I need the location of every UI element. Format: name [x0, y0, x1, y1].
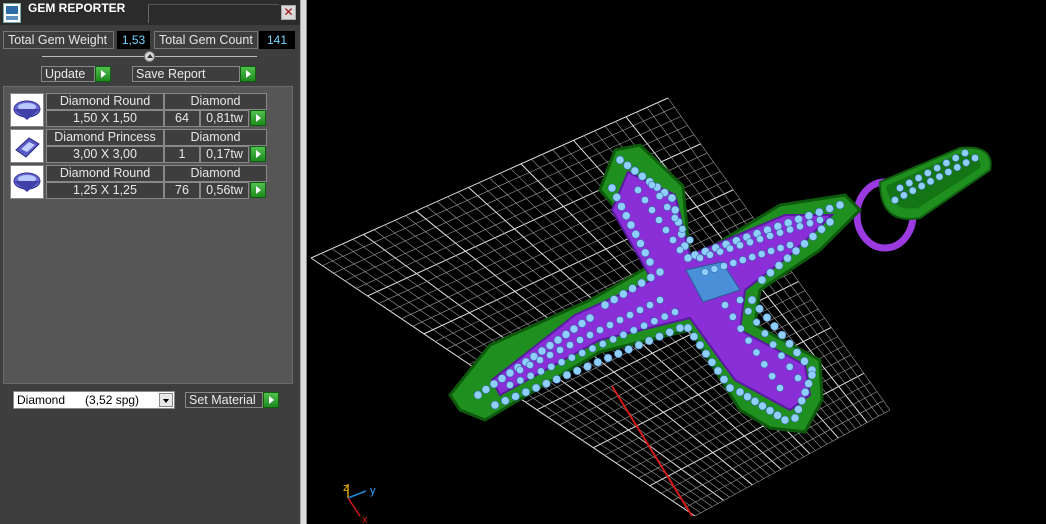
save-report-button[interactable]: Save Report [132, 66, 240, 82]
save-report-go-icon[interactable] [240, 66, 256, 82]
window-title: GEM REPORTER [28, 1, 126, 15]
gem-name: Diamond Princess [46, 129, 164, 146]
gem-row[interactable]: Diamond Round Diamond 1,25 X 1,25 76 0,5… [10, 165, 268, 199]
gem-name: Diamond Round [46, 93, 164, 110]
panel-collapse-knob[interactable] [144, 51, 155, 62]
total-gem-weight-value: 1,53 [117, 31, 150, 49]
total-gem-weight-label: Total Gem Weight [3, 31, 114, 49]
select-gem-go-icon[interactable] [250, 110, 266, 126]
z-axis-label: z [343, 482, 349, 494]
set-material-go-icon[interactable] [263, 392, 279, 408]
gem-reporter-panel: GEM REPORTER ✕ Total Gem Weight 1,53 Tot… [0, 0, 300, 524]
gem-row[interactable]: Diamond Princess Diamond 3,00 X 3,00 1 0… [10, 129, 268, 163]
gem-size: 1,25 X 1,25 [46, 182, 164, 199]
panel-splitter[interactable] [300, 0, 307, 524]
title-divider [148, 4, 279, 23]
gem-count: 76 [164, 182, 200, 199]
gem-count: 1 [164, 146, 200, 163]
gem-count: 64 [164, 110, 200, 127]
chevron-down-icon[interactable] [159, 393, 173, 407]
update-button[interactable]: Update [41, 66, 95, 82]
gem-reporter-app-icon [3, 3, 21, 23]
gem-material: Diamond [164, 93, 267, 110]
title-bar: GEM REPORTER ✕ [0, 0, 300, 25]
x-axis-line [611, 385, 693, 517]
princess-gem-icon [10, 129, 44, 163]
y-axis-label: y [370, 485, 376, 497]
close-icon: ✕ [283, 5, 294, 19]
gem-weight: 0,56tw [200, 182, 249, 199]
gem-size: 1,50 X 1,50 [46, 110, 164, 127]
gem-size: 3,00 X 3,00 [46, 146, 164, 163]
gem-weight: 0,17tw [200, 146, 249, 163]
gem-name: Diamond Round [46, 165, 164, 182]
update-go-icon[interactable] [95, 66, 111, 82]
material-select[interactable]: Diamond (3,52 spg) [13, 391, 175, 409]
total-gem-count-label: Total Gem Count [154, 31, 258, 49]
close-button[interactable]: ✕ [281, 5, 296, 20]
gem-material: Diamond [164, 165, 267, 182]
round-gem-icon [10, 165, 44, 199]
material-select-value: Diamond (3,52 spg) [17, 393, 140, 407]
3d-viewport[interactable]: z y x [307, 0, 1046, 524]
total-gem-count-value: 141 [259, 31, 295, 49]
gem-weight: 0,81tw [200, 110, 249, 127]
select-gem-go-icon[interactable] [250, 146, 266, 162]
gem-material: Diamond [164, 129, 267, 146]
x-axis-label: x [362, 514, 368, 524]
set-material-button[interactable]: Set Material [185, 392, 263, 408]
gem-row[interactable]: Diamond Round Diamond 1,50 X 1,50 64 0,8… [10, 93, 268, 127]
select-gem-go-icon[interactable] [250, 182, 266, 198]
bail [878, 146, 992, 220]
axis-indicator: z y x [343, 482, 376, 524]
round-gem-icon [10, 93, 44, 127]
